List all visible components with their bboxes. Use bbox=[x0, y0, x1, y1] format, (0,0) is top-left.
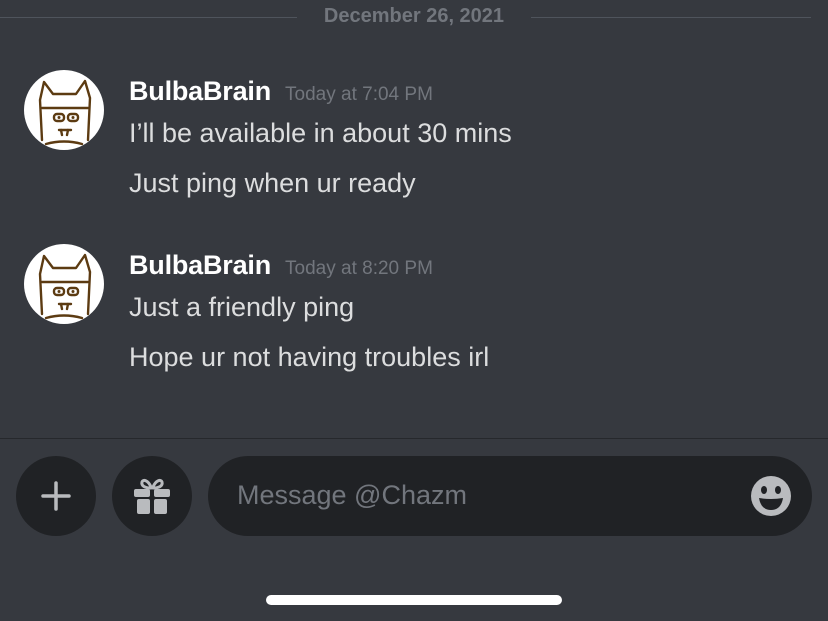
timestamp: Today at 7:04 PM bbox=[285, 84, 433, 105]
timestamp: Today at 8:20 PM bbox=[285, 258, 433, 279]
divider-line-right bbox=[531, 17, 811, 18]
cat-doodle-avatar-icon bbox=[38, 79, 92, 146]
message-header: BulbaBrain Today at 8:20 PM bbox=[129, 250, 433, 281]
smile-emoji-icon bbox=[751, 476, 791, 516]
plus-icon bbox=[41, 481, 71, 511]
message-text: Just ping when ur ready bbox=[129, 168, 416, 198]
message-input-placeholder: Message @Chazm bbox=[237, 480, 467, 510]
date-divider-label: December 26, 2021 bbox=[323, 5, 505, 27]
date-divider: December 26, 2021 bbox=[0, 0, 828, 36]
home-indicator[interactable] bbox=[266, 595, 562, 605]
cat-doodle-avatar-icon bbox=[38, 253, 92, 320]
avatar[interactable] bbox=[24, 70, 104, 150]
gift-icon bbox=[134, 478, 170, 514]
username[interactable]: BulbaBrain bbox=[129, 76, 271, 106]
message-input[interactable]: Message @Chazm bbox=[208, 456, 812, 536]
message-text: I’ll be available in about 30 mins bbox=[129, 118, 512, 148]
gift-button[interactable] bbox=[112, 456, 192, 536]
message-header: BulbaBrain Today at 7:04 PM bbox=[129, 76, 433, 107]
username[interactable]: BulbaBrain bbox=[129, 250, 271, 280]
emoji-picker-button[interactable] bbox=[750, 475, 792, 517]
message-text: Just a friendly ping bbox=[129, 292, 355, 322]
avatar[interactable] bbox=[24, 244, 104, 324]
message-text: Hope ur not having troubles irl bbox=[129, 342, 490, 372]
composer-divider bbox=[0, 438, 828, 439]
divider-line-left bbox=[0, 17, 297, 18]
add-attachment-button[interactable] bbox=[16, 456, 96, 536]
